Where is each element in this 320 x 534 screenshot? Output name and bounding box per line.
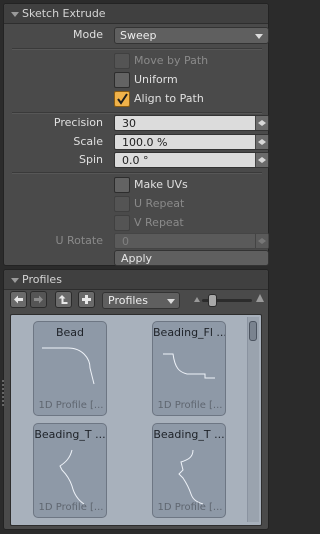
- precision-value: 30: [122, 117, 136, 130]
- profiles-header[interactable]: Profiles: [4, 270, 268, 290]
- profiles-title: Profiles: [22, 273, 62, 286]
- collapse-triangle-icon[interactable]: [11, 12, 19, 17]
- mode-value: Sweep: [120, 29, 157, 42]
- profiles-filter-dropdown[interactable]: Profiles: [102, 292, 180, 309]
- u-repeat-checkbox[interactable]: [114, 196, 130, 212]
- spin-field[interactable]: 0.0 °: [114, 152, 269, 168]
- precision-stepper[interactable]: [255, 116, 268, 130]
- zoom-slider-thumb[interactable]: [208, 294, 217, 307]
- plus-icon: [82, 295, 91, 304]
- spin-value: 0.0 °: [122, 154, 149, 167]
- spin-stepper[interactable]: [255, 153, 268, 167]
- scrollbar-thumb[interactable]: [249, 321, 257, 341]
- u-rotate-value: 0: [122, 235, 129, 248]
- uniform-label: Uniform: [134, 73, 178, 86]
- chevron-down-icon: [167, 299, 175, 304]
- apply-button-label: Apply: [121, 252, 153, 265]
- profile-type: 1D Profile [...: [38, 502, 104, 513]
- divider: [12, 48, 262, 50]
- align-to-path-checkbox[interactable]: [114, 91, 130, 107]
- mode-label: Mode: [73, 28, 103, 41]
- vertical-scrollbar[interactable]: [247, 317, 259, 522]
- u-rotate-label: U Rotate: [55, 234, 103, 247]
- profile-card[interactable]: Beading_T ... 1D Profile [...: [152, 423, 226, 518]
- spin-label: Spin: [79, 153, 103, 166]
- arrow-right-icon: [34, 295, 43, 304]
- checkmark-icon: [117, 93, 128, 105]
- move-by-path-label: Move by Path: [134, 54, 209, 67]
- profile-type: 1D Profile [...: [157, 502, 223, 513]
- profile-preview-icon: [42, 347, 95, 385]
- sketch-extrude-panel: Sketch Extrude Mode Sweep Move by Path U…: [3, 3, 269, 266]
- make-uvs-checkbox[interactable]: [114, 177, 130, 193]
- profile-preview-icon: [59, 449, 85, 505]
- profiles-panel: Profiles Profiles Bead 1D Profile [... B…: [3, 269, 269, 530]
- add-button[interactable]: [78, 291, 95, 308]
- back-button[interactable]: [10, 291, 27, 308]
- divider: [12, 112, 262, 114]
- scale-value: 100.0 %: [122, 136, 168, 149]
- collapse-triangle-icon[interactable]: [11, 278, 19, 283]
- scale-field[interactable]: 100.0 %: [114, 134, 269, 150]
- profile-type: 1D Profile [...: [157, 400, 223, 411]
- profile-name: Bead: [55, 326, 85, 339]
- sketch-extrude-header[interactable]: Sketch Extrude: [4, 4, 268, 24]
- profile-name: Beading_T ...: [34, 428, 106, 441]
- precision-field[interactable]: 30: [114, 115, 269, 131]
- u-repeat-label: U Repeat: [134, 197, 185, 210]
- forward-button[interactable]: [30, 291, 47, 308]
- divider: [12, 172, 262, 174]
- u-rotate-stepper[interactable]: [255, 234, 268, 248]
- level-up-icon: [58, 295, 68, 304]
- parent-folder-button[interactable]: [55, 291, 72, 308]
- profile-card[interactable]: Beading_Fl ... 1D Profile [...: [152, 321, 226, 416]
- profile-card[interactable]: Beading_T ... 1D Profile [...: [33, 423, 107, 518]
- move-by-path-checkbox[interactable]: [114, 53, 130, 69]
- profiles-browser[interactable]: Bead 1D Profile [... Beading_Fl ... 1D P…: [10, 314, 262, 526]
- profile-name: Beading_Fl ...: [153, 326, 225, 339]
- scale-stepper[interactable]: [255, 135, 268, 149]
- mode-dropdown[interactable]: Sweep: [114, 27, 269, 44]
- profile-name: Beading_T ...: [153, 428, 225, 441]
- align-to-path-label: Align to Path: [134, 92, 204, 105]
- make-uvs-label: Make UVs: [134, 178, 188, 191]
- zoom-small-icon: [194, 297, 200, 302]
- profiles-filter-value: Profiles: [108, 294, 148, 307]
- v-repeat-checkbox[interactable]: [114, 215, 130, 231]
- resize-grip-icon[interactable]: [2, 380, 5, 410]
- scale-label: Scale: [73, 135, 103, 148]
- profile-card[interactable]: Bead 1D Profile [...: [33, 321, 107, 416]
- profile-preview-icon: [178, 449, 204, 505]
- zoom-large-icon: [256, 294, 264, 302]
- profile-type: 1D Profile [...: [38, 400, 104, 411]
- panel-title: Sketch Extrude: [22, 7, 106, 20]
- apply-button[interactable]: Apply: [114, 250, 269, 266]
- app-root: Sketch Extrude Mode Sweep Move by Path U…: [0, 0, 272, 534]
- precision-label: Precision: [53, 116, 103, 129]
- u-rotate-field[interactable]: 0: [114, 233, 269, 249]
- arrow-left-icon: [14, 295, 23, 304]
- profile-preview-icon: [163, 353, 215, 379]
- uniform-checkbox[interactable]: [114, 72, 130, 88]
- chevron-down-icon: [255, 34, 263, 39]
- v-repeat-label: V Repeat: [134, 216, 184, 229]
